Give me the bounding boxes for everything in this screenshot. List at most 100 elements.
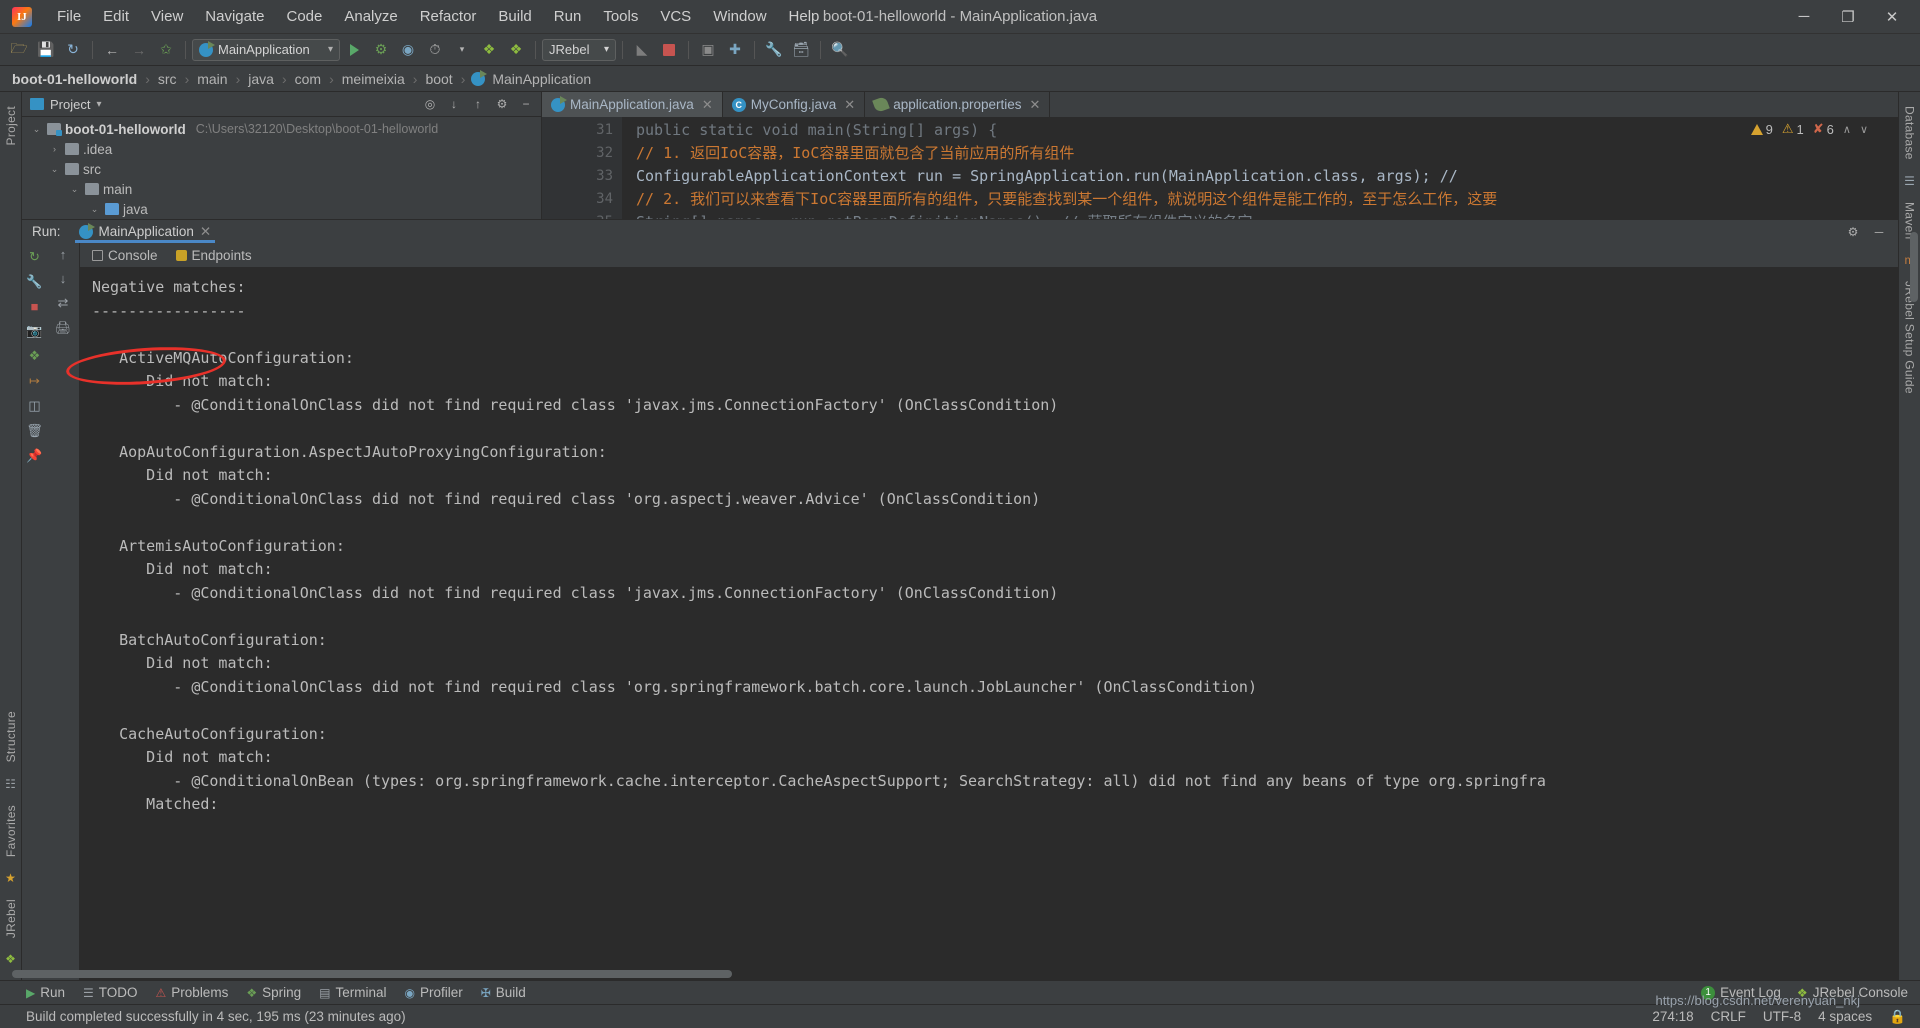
menu-tools[interactable]: Tools bbox=[592, 4, 649, 29]
trash-icon[interactable]: 🗑 bbox=[26, 423, 43, 439]
tab-console[interactable]: Console bbox=[92, 248, 158, 263]
scroll-up-icon[interactable]: ↑ bbox=[60, 247, 67, 262]
gear-icon[interactable]: ⚙ bbox=[1842, 222, 1864, 242]
debug-button[interactable]: ⚙ bbox=[368, 38, 394, 62]
layout-icon[interactable]: ◫ bbox=[28, 398, 40, 414]
tool-button-build[interactable]: ✠ Build bbox=[481, 985, 526, 1000]
tool-button-run[interactable]: ▶ Run bbox=[26, 985, 65, 1000]
menu-refactor[interactable]: Refactor bbox=[409, 4, 488, 29]
expand-all-icon[interactable]: ↓ bbox=[443, 94, 465, 114]
tab-mainapplication-java[interactable]: MainApplication.java ✕ bbox=[542, 92, 723, 117]
sync-icon[interactable]: ↻ bbox=[60, 38, 86, 62]
lock-icon[interactable]: 🔒 bbox=[1889, 1009, 1906, 1025]
menu-file[interactable]: File bbox=[46, 4, 92, 29]
chevron-down-icon[interactable]: ⌄ bbox=[48, 164, 61, 175]
tab-endpoints[interactable]: Endpoints bbox=[175, 248, 252, 263]
breadcrumb-item-3[interactable]: java bbox=[246, 71, 276, 87]
code-view[interactable]: 31 32 33 34 35 public static void main(S… bbox=[542, 117, 1898, 219]
console-output[interactable]: Negative matches: ----------------- Acti… bbox=[80, 267, 1898, 980]
tool-button-profiler[interactable]: ◉ Profiler bbox=[404, 985, 462, 1000]
breadcrumb-item-1[interactable]: src bbox=[156, 71, 179, 87]
settings-icon[interactable]: 🔧 bbox=[761, 38, 787, 62]
tree-node-java[interactable]: ⌄ java bbox=[22, 199, 541, 219]
inspection-badges[interactable]: 9 ⚠ 1 ✘ 6 ∧ ∨ bbox=[1750, 121, 1868, 137]
menu-code[interactable]: Code bbox=[275, 4, 333, 29]
stop-icon[interactable]: ■ bbox=[31, 299, 39, 314]
soft-wrap-icon[interactable]: ⇄ bbox=[58, 295, 69, 311]
hide-panel-icon[interactable]: ─ bbox=[1868, 222, 1890, 242]
maximize-button[interactable]: ❐ bbox=[1826, 2, 1870, 32]
console-vertical-scrollbar[interactable] bbox=[1910, 232, 1918, 302]
menu-navigate[interactable]: Navigate bbox=[194, 4, 275, 29]
print-icon[interactable]: 🖨 bbox=[55, 320, 72, 336]
menu-build[interactable]: Build bbox=[487, 4, 542, 29]
close-icon[interactable]: ✕ bbox=[702, 97, 713, 113]
weak-warnings-badge[interactable]: ⚠ 1 bbox=[1782, 121, 1804, 137]
close-icon[interactable]: ✕ bbox=[200, 224, 211, 240]
typos-badge[interactable]: ✘ 6 bbox=[1813, 121, 1834, 137]
next-highlight-icon[interactable]: ∨ bbox=[1860, 123, 1868, 136]
rail-project-button[interactable]: Project bbox=[4, 98, 18, 153]
close-icon[interactable]: ✕ bbox=[844, 97, 855, 113]
search-icon[interactable]: 🔍 bbox=[827, 38, 853, 62]
rail-favorites-button[interactable]: Favorites bbox=[4, 797, 18, 865]
breadcrumb-item-0[interactable]: boot-01-helloworld bbox=[10, 71, 139, 87]
rail-jrebel-button[interactable]: JRebel bbox=[4, 891, 18, 946]
run-session-tab[interactable]: MainApplication ✕ bbox=[71, 220, 220, 243]
menu-window[interactable]: Window bbox=[702, 4, 777, 29]
tool-button-problems[interactable]: ⚠ Problems bbox=[156, 985, 229, 1000]
tree-node-boot-01-helloworld[interactable]: ⌄ boot-01-helloworld C:\Users\32120\Desk… bbox=[22, 119, 541, 139]
profile-button[interactable]: ⏱ bbox=[422, 38, 448, 62]
breadcrumb-item-5[interactable]: meimeixia bbox=[340, 71, 407, 87]
close-icon[interactable]: ✕ bbox=[1030, 97, 1041, 113]
stop-button[interactable] bbox=[656, 38, 682, 62]
build-hammer-icon[interactable]: ✩ bbox=[153, 38, 179, 62]
jrebel-run-icon[interactable]: ❖ bbox=[476, 38, 502, 62]
code-text[interactable]: public static void main(String[] args) {… bbox=[622, 117, 1898, 219]
minimize-button[interactable]: ─ bbox=[1782, 2, 1826, 32]
chevron-down-icon[interactable]: ⌄ bbox=[88, 204, 101, 215]
jrebel-selector[interactable]: JRebel ▾ bbox=[542, 38, 616, 61]
breadcrumb-item-7[interactable]: MainApplication bbox=[490, 71, 593, 87]
tool-button-terminal[interactable]: ▤ Terminal bbox=[319, 985, 386, 1000]
menu-run[interactable]: Run bbox=[543, 4, 593, 29]
tree-node-src[interactable]: ⌄ src bbox=[22, 159, 541, 179]
gear-icon[interactable]: ⚙ bbox=[491, 94, 513, 114]
menu-vcs[interactable]: VCS bbox=[649, 4, 702, 29]
camera-icon[interactable]: 📷 bbox=[26, 323, 42, 339]
close-button[interactable]: ✕ bbox=[1870, 2, 1914, 32]
export-icon[interactable]: ↦ bbox=[29, 373, 40, 389]
tab-myconfig-java[interactable]: C MyConfig.java ✕ bbox=[723, 92, 866, 117]
rail-database-button[interactable]: Database bbox=[1903, 98, 1917, 168]
menu-analyze[interactable]: Analyze bbox=[333, 4, 408, 29]
menu-help[interactable]: Help bbox=[778, 4, 831, 29]
tab-application-properties[interactable]: application.properties ✕ bbox=[865, 92, 1051, 117]
profile-dropdown-icon[interactable]: ▾ bbox=[449, 38, 475, 62]
hide-panel-icon[interactable]: − bbox=[515, 94, 537, 114]
locate-file-icon[interactable]: ◎ bbox=[419, 94, 441, 114]
chevron-right-icon[interactable]: › bbox=[48, 144, 61, 154]
run-configuration-selector[interactable]: MainApplication ▾ bbox=[192, 38, 340, 61]
rail-structure-button[interactable]: Structure bbox=[4, 703, 18, 770]
console-horizontal-scrollbar[interactable] bbox=[12, 970, 732, 978]
breadcrumb-item-6[interactable]: boot bbox=[423, 71, 454, 87]
forward-icon[interactable]: → bbox=[126, 38, 152, 62]
run-coverage-button[interactable]: ◉ bbox=[395, 38, 421, 62]
scroll-down-icon[interactable]: ↓ bbox=[60, 271, 67, 286]
breadcrumb-item-2[interactable]: main bbox=[195, 71, 229, 87]
tool-button-spring[interactable]: ❖ Spring bbox=[246, 985, 301, 1000]
chevron-down-icon[interactable]: ▾ bbox=[96, 99, 101, 110]
menu-view[interactable]: View bbox=[140, 4, 194, 29]
jrebel-debug-icon[interactable]: ❖ bbox=[503, 38, 529, 62]
memory-icon[interactable]: ❖ bbox=[29, 348, 41, 364]
chevron-down-icon[interactable]: ⌄ bbox=[30, 124, 43, 135]
prev-highlight-icon[interactable]: ∧ bbox=[1843, 123, 1851, 136]
back-icon[interactable]: ← bbox=[99, 38, 125, 62]
collapse-all-icon[interactable]: ↑ bbox=[467, 94, 489, 114]
pin-icon[interactable]: 📌 bbox=[26, 448, 42, 464]
project-structure-icon[interactable]: 🗃 bbox=[788, 38, 814, 62]
tree-node-main[interactable]: ⌄ main bbox=[22, 179, 541, 199]
file-encoding[interactable]: UTF-8 bbox=[1763, 1009, 1801, 1024]
rerun-icon[interactable]: ↻ bbox=[29, 249, 40, 265]
open-folder-icon[interactable]: 🗁 bbox=[6, 38, 32, 62]
